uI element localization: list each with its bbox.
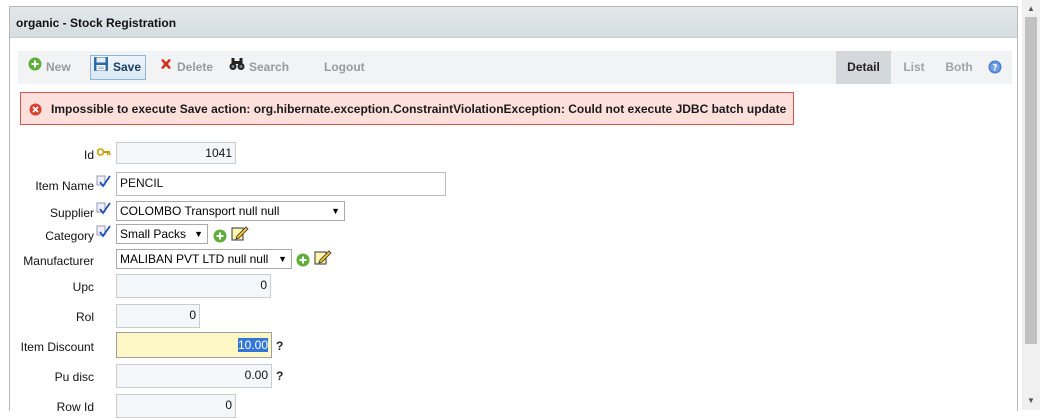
add-category-icon[interactable] — [213, 229, 227, 246]
scroll-down-arrow-icon[interactable]: ▼ — [1027, 396, 1035, 405]
item-discount-field[interactable]: 10.00 — [116, 332, 272, 358]
toolbar: New Save Delete Search Logout Detail Lis… — [18, 51, 1012, 84]
rol-label: Rol — [75, 310, 94, 324]
chevron-down-icon: ▼ — [331, 206, 340, 216]
rol-field[interactable]: 0 — [116, 304, 200, 328]
row-id-label: Row Id — [56, 400, 94, 414]
tab-detail[interactable]: Detail — [836, 51, 891, 84]
manufacturer-select[interactable]: MALIBAN PVT LTD null null ▼ — [116, 249, 292, 269]
floppy-disk-icon — [93, 56, 109, 80]
scrollbar-thumb[interactable] — [1025, 17, 1037, 344]
binoculars-icon — [229, 56, 245, 79]
pu-disc-help: ? — [276, 369, 284, 383]
app-frame: organic - Stock Registration New Save De… — [9, 6, 1018, 418]
id-label: Id — [83, 148, 94, 162]
logout-label: Logout — [324, 60, 365, 74]
supplier-label: Supplier — [49, 206, 94, 220]
new-button[interactable]: New — [28, 56, 71, 79]
search-button[interactable]: Search — [229, 56, 289, 79]
item-discount-help: ? — [276, 339, 284, 353]
upc-field[interactable]: 0 — [116, 274, 271, 298]
new-label: New — [46, 60, 71, 74]
supplier-value: COLOMBO Transport null null — [120, 204, 280, 218]
required-check-icon — [96, 202, 111, 218]
chevron-down-icon: ▼ — [278, 254, 287, 264]
category-label: Category — [45, 229, 94, 243]
logout-button[interactable]: Logout — [324, 56, 365, 79]
delete-label: Delete — [177, 60, 214, 74]
upc-label: Upc — [72, 280, 94, 294]
edit-category-icon[interactable] — [231, 225, 249, 245]
add-manufacturer-icon[interactable] — [296, 253, 310, 270]
tab-list[interactable]: List — [894, 51, 934, 84]
tab-both-label: Both — [945, 60, 973, 74]
supplier-select[interactable]: COLOMBO Transport null null ▼ — [116, 201, 345, 221]
item-name-label: Item Name — [35, 179, 94, 193]
tab-list-label: List — [903, 60, 925, 74]
key-icon — [96, 146, 111, 160]
id-field[interactable]: 1041 — [116, 142, 236, 164]
pu-disc-field[interactable]: 0.00 — [116, 364, 272, 388]
save-label: Save — [113, 60, 142, 75]
tab-both[interactable]: Both — [938, 51, 980, 84]
plus-circle-icon — [28, 56, 42, 79]
pu-disc-label: Pu disc — [54, 370, 94, 384]
category-value: Small Packs — [120, 227, 187, 241]
required-check-icon — [96, 225, 111, 241]
error-message-box: Impossible to execute Save action: org.h… — [20, 92, 794, 125]
item-discount-value: 10.00 — [237, 338, 268, 352]
help-icon[interactable]: ? — [988, 60, 1002, 77]
save-button[interactable]: Save — [90, 55, 147, 80]
item-discount-label: Item Discount — [20, 340, 94, 354]
manufacturer-label: Manufacturer — [23, 254, 94, 268]
item-name-field[interactable]: PENCIL — [116, 172, 446, 196]
error-icon — [29, 103, 42, 119]
manufacturer-value: MALIBAN PVT LTD null null — [120, 252, 269, 266]
search-label: Search — [249, 60, 290, 74]
chevron-down-icon: ▼ — [194, 229, 203, 239]
edit-manufacturer-icon[interactable] — [314, 249, 332, 269]
delete-button[interactable]: Delete — [159, 56, 213, 79]
tab-detail-label: Detail — [847, 60, 880, 74]
svg-text:?: ? — [992, 64, 997, 74]
required-check-icon — [96, 175, 111, 191]
window-title: organic - Stock Registration — [16, 16, 177, 30]
row-id-field[interactable]: 0 — [116, 394, 236, 418]
error-message-text: Impossible to execute Save action: org.h… — [51, 102, 787, 116]
scroll-up-arrow-icon[interactable]: ▲ — [1027, 4, 1035, 13]
category-select[interactable]: Small Packs ▼ — [116, 224, 208, 244]
title-bar: organic - Stock Registration — [10, 7, 1017, 38]
red-x-icon — [159, 56, 173, 79]
vertical-scrollbar[interactable]: ▲ ▼ — [1022, 0, 1040, 410]
